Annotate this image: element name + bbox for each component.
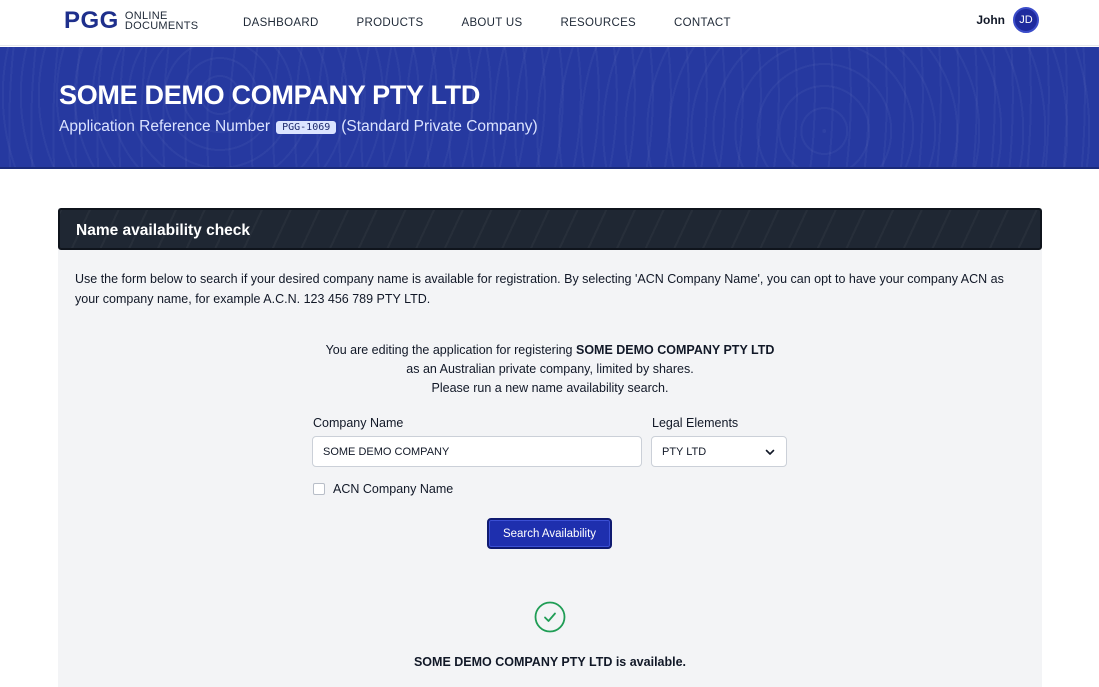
user-menu[interactable]: John JD	[976, 7, 1039, 33]
main-nav: DASHBOARD PRODUCTS ABOUT US RESOURCES CO…	[243, 0, 769, 46]
card-title: Name availability check	[76, 222, 251, 239]
search-availability-button[interactable]: Search Availability	[487, 518, 612, 549]
page-title: SOME DEMO COMPANY PTY LTD	[59, 80, 481, 110]
legal-elements-select[interactable]: PTY LTD	[651, 436, 787, 467]
editing-notice: You are editing the application for regi…	[58, 341, 1042, 398]
editing-line-1: You are editing the application for regi…	[58, 341, 1042, 360]
application-reference: Application Reference Number PGG-1069 (S…	[59, 118, 538, 136]
reference-number-badge: PGG-1069	[276, 120, 337, 134]
legal-elements-value: PTY LTD	[662, 445, 707, 458]
editing-company: SOME DEMO COMPANY PTY LTD	[576, 343, 775, 357]
logo-subtitle: ONLINE DOCUMENTS	[124, 11, 199, 32]
nav-link-contact[interactable]: CONTACT	[674, 17, 731, 29]
nav-link-dashboard[interactable]: DASHBOARD	[243, 17, 319, 29]
check-circle-icon	[534, 601, 566, 633]
editing-line-3: Please run a new name availability searc…	[431, 381, 669, 395]
company-name-label: Company Name	[313, 416, 404, 430]
nav-link-resources[interactable]: RESOURCES	[560, 17, 636, 29]
editing-line-2: as an Australian private company, limite…	[406, 362, 694, 376]
name-check-card: Name availability check Use the form bel…	[58, 208, 1042, 687]
chevron-down-icon	[765, 449, 775, 455]
legal-elements-label: Legal Elements	[652, 416, 739, 430]
page-hero: SOME DEMO COMPANY PTY LTD Application Re…	[0, 47, 1099, 169]
logo-mark: PGG	[64, 7, 119, 34]
site-logo[interactable]: PGG ONLINE DOCUMENTS	[64, 9, 198, 33]
availability-result: SOME DEMO COMPANY PTY LTD is available.	[413, 655, 687, 669]
logo-line-2: DOCUMENTS	[124, 20, 199, 32]
user-name: John	[976, 13, 1005, 27]
intro-text: Use the form below to search if your des…	[75, 272, 1004, 306]
avatar: JD	[1013, 7, 1039, 33]
company-type: (Standard Private Company)	[341, 118, 538, 135]
card-header: Name availability check	[58, 208, 1042, 250]
nav-link-about-us[interactable]: ABOUT US	[461, 17, 522, 29]
editing-prefix: You are editing the application for regi…	[325, 343, 573, 357]
acn-company-name-label: ACN Company Name	[333, 482, 454, 496]
acn-company-name-checkbox[interactable]	[313, 483, 325, 495]
acn-company-name-option[interactable]: ACN Company Name	[313, 482, 453, 496]
company-name-input[interactable]	[312, 436, 642, 467]
nav-link-products[interactable]: PRODUCTS	[357, 17, 424, 29]
top-navbar: PGG ONLINE DOCUMENTS DASHBOARD PRODUCTS …	[0, 0, 1099, 46]
reference-label: Application Reference Number	[59, 118, 271, 135]
